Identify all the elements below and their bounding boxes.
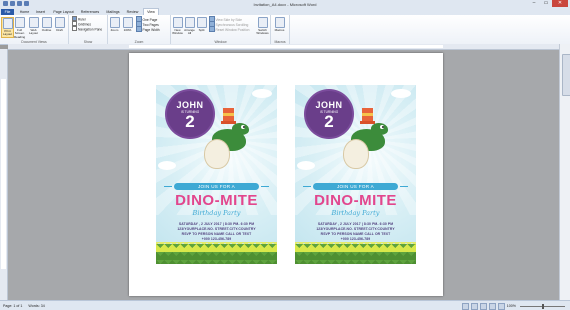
group-show: Ruler Gridlines Navigation Pane Show — [69, 15, 108, 44]
word-count[interactable]: Words: 34 — [28, 304, 44, 308]
detail-address: 123/YOURPLACE.NO. STREET.CITY.COUNTRY — [177, 227, 256, 231]
page-width-button[interactable]: Page Width — [136, 26, 160, 32]
arrange-all-button[interactable]: Arrange All — [184, 17, 195, 36]
draft-button[interactable]: Draft — [54, 17, 65, 32]
detail-rsvp: RSVP TO PERSON NAME CALL OR TEXT — [181, 232, 252, 236]
zoom-slider[interactable] — [520, 303, 565, 309]
scrollbar-thumb[interactable] — [562, 54, 570, 96]
tab-insert[interactable]: Insert — [34, 9, 47, 15]
zoom-100-icon — [122, 17, 133, 28]
child-name: JOHN — [315, 100, 343, 110]
switch-windows-button[interactable]: Switch Windows — [256, 17, 269, 36]
vertical-ruler[interactable] — [0, 49, 8, 300]
age-number: 2 — [185, 112, 195, 131]
minimize-button[interactable]: – — [528, 0, 540, 7]
headline: DINO-MITE — [314, 192, 397, 209]
macros-icon — [274, 17, 285, 28]
name-badge: JOHN IS TURNING 2 — [306, 91, 352, 137]
name-badge: JOHN IS TURNING 2 — [167, 91, 213, 137]
party-hat — [360, 108, 375, 124]
checkbox-icon — [72, 26, 77, 31]
ribbon-tabs: File Home Insert Page Layout References … — [0, 8, 570, 16]
cloud — [252, 89, 272, 98]
detail-phone: +000 123-456-789 — [201, 237, 232, 241]
detail-address: 123/YOURPLACE.NO. STREET.CITY.COUNTRY — [316, 227, 395, 231]
new-window-button[interactable]: New Window — [172, 17, 183, 36]
invitation-card: JOHN IS TURNING 2 JOIN US FOR A DINO-MIT… — [295, 85, 416, 264]
dinosaur-eye — [380, 125, 384, 129]
script-subtitle: Birthday Party — [192, 209, 241, 217]
page-count[interactable]: Page: 1 of 1 — [3, 304, 22, 308]
script-subtitle: Birthday Party — [331, 209, 380, 217]
ribbon: Print Layout Full Screen Reading Web Lay… — [0, 15, 570, 45]
web-layout-icon — [28, 17, 39, 28]
web-layout-view-icon[interactable] — [479, 302, 487, 310]
print-layout-view-icon[interactable] — [461, 302, 469, 310]
window-title: Invitation_A4.docx - Microsoft Word — [253, 1, 317, 7]
detail-date: SATURDAY , 2 JULY 2017 | 8:30 PM- 6:30 P… — [178, 222, 255, 226]
magnifier-icon — [109, 17, 120, 28]
grass-border — [156, 244, 277, 264]
join-banner: JOIN US FOR A — [303, 183, 408, 190]
detail-date: SATURDAY , 2 JULY 2017 | 8:30 PM- 6:30 P… — [317, 222, 394, 226]
zoom-level[interactable]: 100% — [507, 304, 516, 308]
outline-view-icon[interactable] — [488, 302, 496, 310]
egg — [204, 139, 230, 169]
document-page[interactable]: JOHN IS TURNING 2 JOIN US FOR A DINO-MIT… — [129, 53, 443, 296]
outline-icon — [41, 17, 52, 28]
tab-references[interactable]: References — [79, 9, 101, 15]
window-controls: – ▭ ✕ — [528, 0, 568, 7]
web-layout-button[interactable]: Web Layout — [28, 17, 39, 36]
arrange-all-icon — [184, 17, 195, 28]
group-window: New Window Arrange All Split View Side b… — [171, 15, 271, 44]
zoom-slider-handle[interactable] — [542, 303, 544, 309]
tab-mailings[interactable]: Mailings — [104, 9, 122, 15]
new-window-icon — [172, 17, 183, 28]
party-hat — [221, 108, 236, 124]
detail-phone: +000 123-456-789 — [340, 237, 371, 241]
zoom-button[interactable]: Zoom — [109, 17, 120, 32]
headline: DINO-MITE — [175, 192, 258, 209]
full-screen-reading-button[interactable]: Full Screen Reading — [14, 17, 25, 39]
zoom-100-button[interactable]: 100% — [122, 17, 133, 32]
grass-border — [295, 244, 416, 264]
macros-button[interactable]: Macros — [274, 17, 285, 32]
reset-window-icon — [209, 26, 215, 32]
draft-icon — [54, 17, 65, 28]
join-banner: JOIN US FOR A — [164, 183, 269, 190]
egg — [343, 139, 369, 169]
full-screen-view-icon[interactable] — [470, 302, 478, 310]
cloud — [158, 161, 176, 170]
draft-view-icon[interactable] — [497, 302, 505, 310]
split-button[interactable]: Split — [196, 17, 207, 32]
navigation-pane-checkbox[interactable]: Navigation Pane — [72, 26, 102, 32]
page-width-icon — [136, 26, 142, 32]
child-name: JOHN — [176, 100, 204, 110]
tab-page-layout[interactable]: Page Layout — [51, 9, 76, 15]
dinosaur-eye — [241, 125, 245, 129]
tab-file[interactable]: File — [1, 8, 14, 15]
full-screen-reading-icon — [14, 17, 25, 28]
close-button[interactable]: ✕ — [552, 0, 568, 7]
group-zoom: Zoom 100% One Page Two Pages Page Width … — [108, 15, 171, 44]
invitation-card: JOHN IS TURNING 2 JOIN US FOR A DINO-MIT… — [156, 85, 277, 264]
print-layout-icon — [2, 18, 13, 29]
group-document-views: Print Layout Full Screen Reading Web Lay… — [0, 15, 69, 44]
maximize-button[interactable]: ▭ — [540, 0, 552, 7]
tab-home[interactable]: Home — [18, 9, 31, 15]
detail-rsvp: RSVP TO PERSON NAME CALL OR TEXT — [320, 232, 391, 236]
vertical-scrollbar[interactable] — [559, 44, 570, 300]
cloud — [391, 89, 411, 98]
cloud — [297, 161, 315, 170]
group-macros: Macros Macros — [271, 15, 290, 44]
outline-button[interactable]: Outline — [41, 17, 52, 32]
age-number: 2 — [324, 112, 334, 131]
tab-review[interactable]: Review — [125, 9, 140, 15]
split-icon — [196, 17, 207, 28]
print-layout-button[interactable]: Print Layout — [1, 17, 14, 38]
switch-windows-icon — [257, 17, 268, 28]
reset-window-position-button[interactable]: Reset Window Position — [209, 26, 249, 32]
